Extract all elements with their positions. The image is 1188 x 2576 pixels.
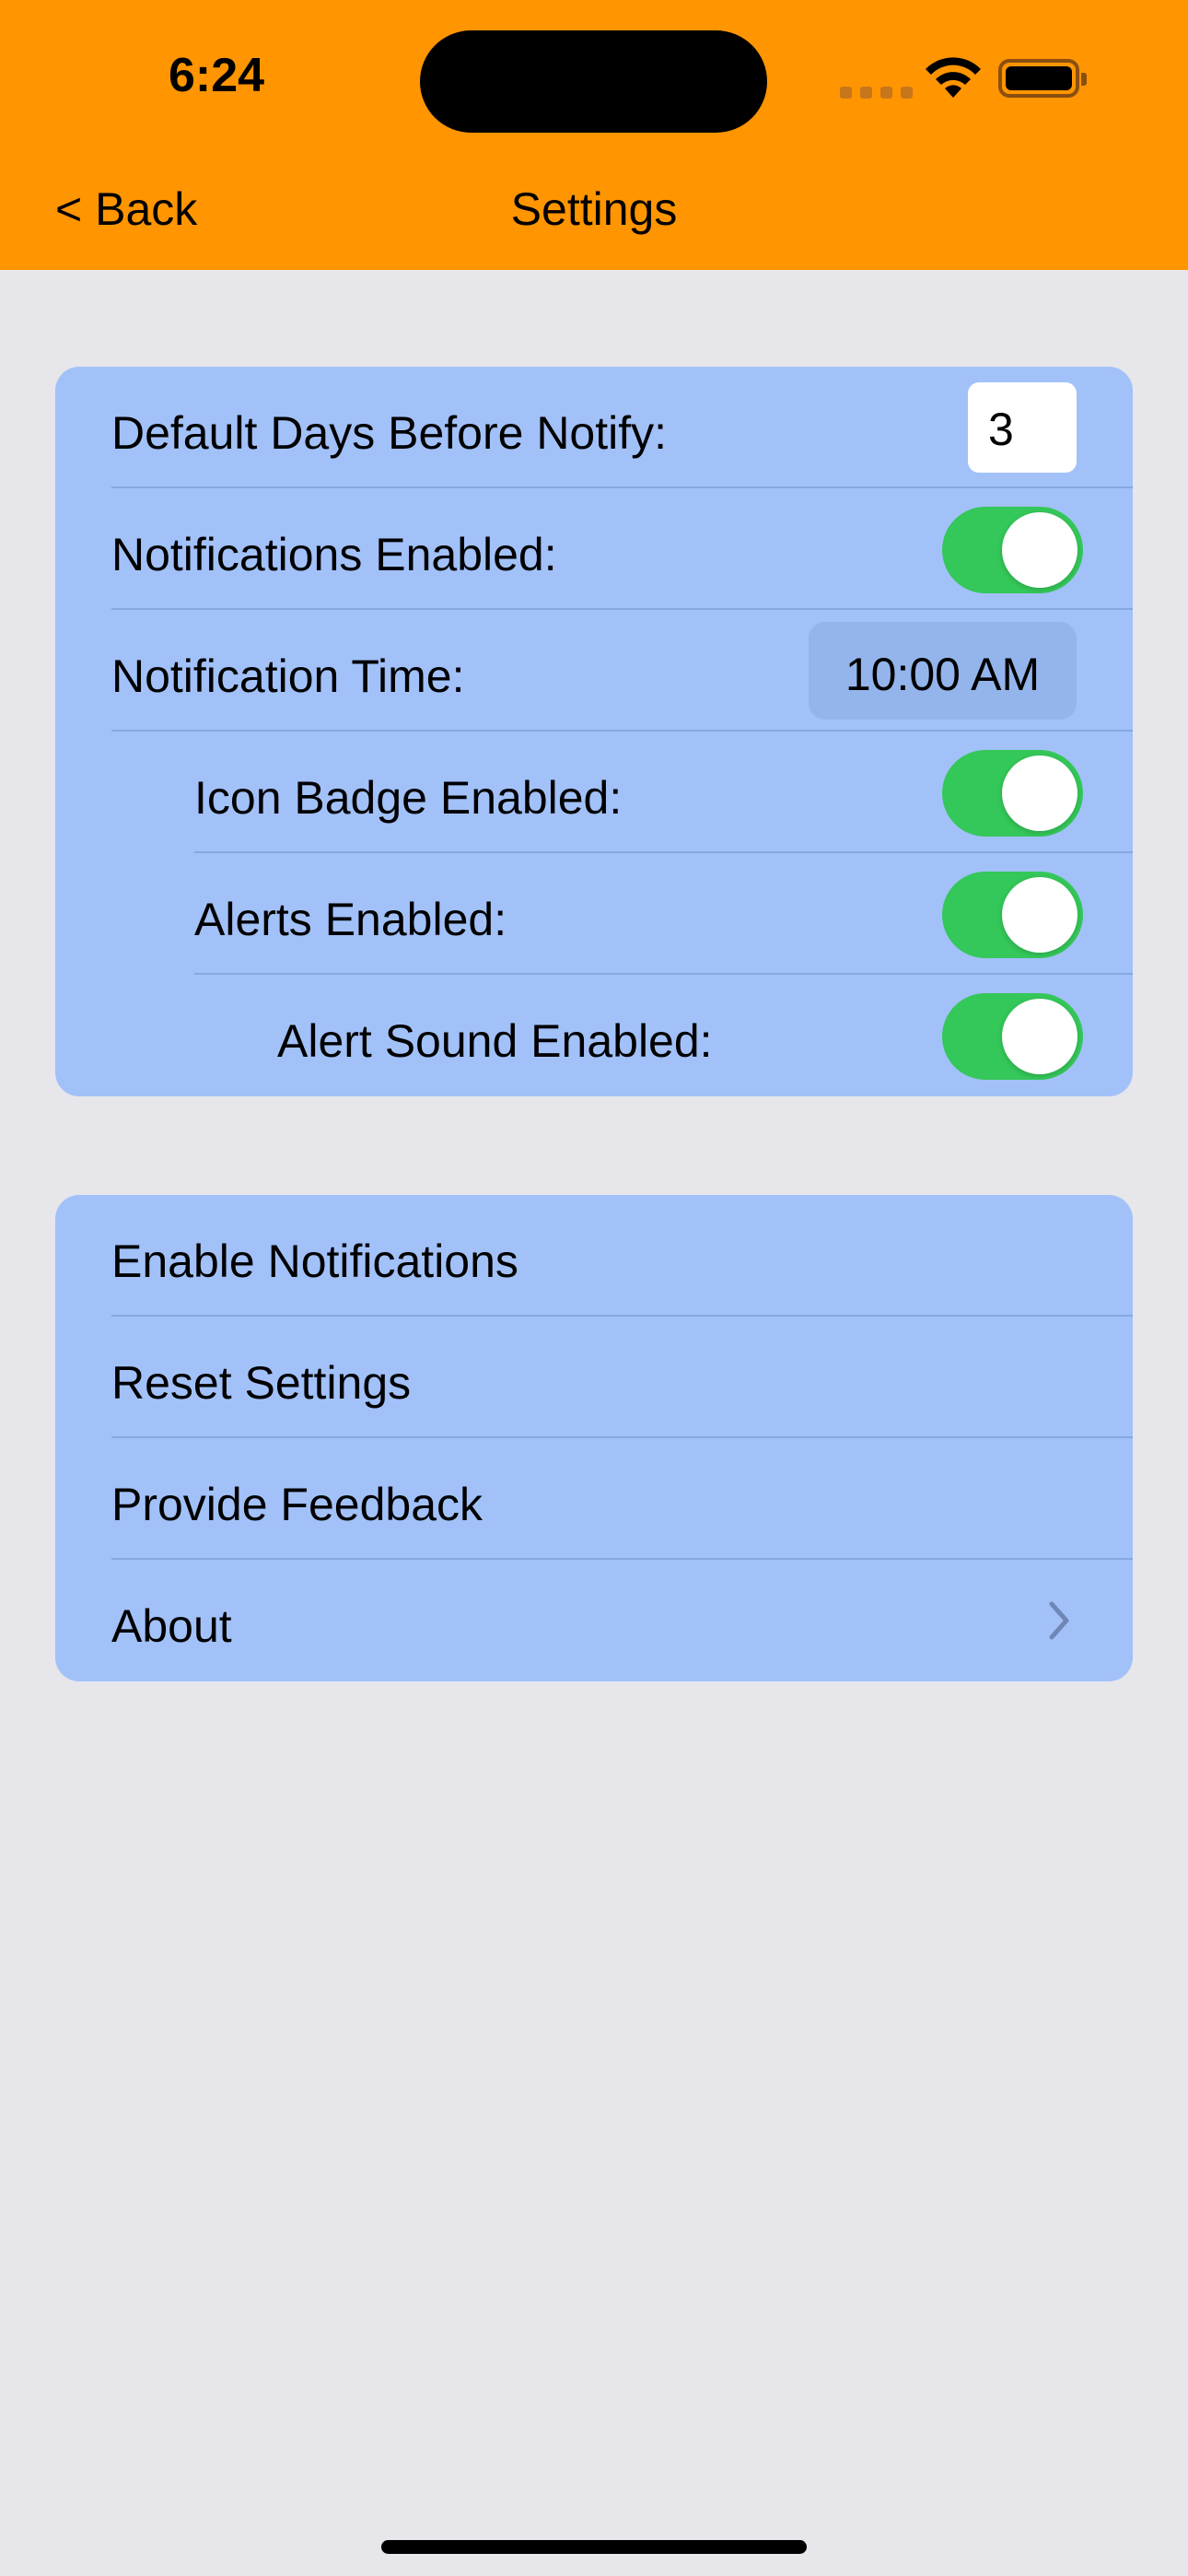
home-indicator[interactable] — [381, 2540, 807, 2554]
default-days-row: Default Days Before Notify: 3 — [55, 367, 1133, 488]
icon-badge-label: Icon Badge Enabled: — [194, 772, 623, 824]
alert-sound-label: Alert Sound Enabled: — [277, 1015, 713, 1067]
alert-sound-toggle[interactable] — [942, 993, 1083, 1080]
alerts-enabled-toggle[interactable] — [942, 872, 1083, 958]
status-icons — [840, 55, 1087, 103]
provide-feedback-button[interactable]: Provide Feedback — [55, 1438, 1133, 1560]
chevron-right-icon — [1049, 1601, 1069, 1640]
wifi-icon — [926, 57, 981, 98]
actions-group: Enable Notifications Reset Settings Prov… — [55, 1195, 1133, 1681]
notification-time-picker[interactable]: 10:00 AM — [809, 622, 1077, 720]
cellular-signal-icon — [840, 87, 913, 99]
settings-screen: 6:24 Settings < Back Default Days Before… — [0, 0, 1188, 2576]
about-label: About — [111, 1600, 232, 1652]
notifications-enabled-label: Notifications Enabled: — [111, 529, 557, 580]
enable-notifications-button[interactable]: Enable Notifications — [55, 1195, 1133, 1317]
alert-sound-row: Alert Sound Enabled: — [55, 975, 1133, 1096]
enable-notifications-label: Enable Notifications — [111, 1235, 518, 1287]
reset-settings-button[interactable]: Reset Settings — [55, 1317, 1133, 1438]
dynamic-island — [420, 30, 767, 133]
notifications-enabled-row: Notifications Enabled: — [55, 488, 1133, 610]
alerts-enabled-label: Alerts Enabled: — [194, 894, 507, 945]
notification-settings-group: Default Days Before Notify: 3 Notificati… — [55, 367, 1133, 1096]
default-days-label: Default Days Before Notify: — [111, 407, 668, 459]
notification-time-row: Notification Time: 10:00 AM — [55, 610, 1133, 732]
battery-icon — [998, 59, 1087, 98]
status-time: 6:24 — [169, 49, 265, 102]
notification-time-label: Notification Time: — [111, 650, 465, 702]
default-days-field[interactable]: 3 — [968, 382, 1077, 473]
navigation-header: 6:24 Settings < Back — [0, 0, 1188, 270]
provide-feedback-label: Provide Feedback — [111, 1479, 483, 1530]
reset-settings-label: Reset Settings — [111, 1357, 412, 1409]
back-button[interactable]: < Back — [55, 182, 197, 236]
icon-badge-toggle[interactable] — [942, 750, 1083, 837]
notifications-enabled-toggle[interactable] — [942, 507, 1083, 593]
icon-badge-row: Icon Badge Enabled: — [55, 732, 1133, 853]
about-row[interactable]: About — [55, 1560, 1133, 1681]
alerts-enabled-row: Alerts Enabled: — [55, 853, 1133, 975]
